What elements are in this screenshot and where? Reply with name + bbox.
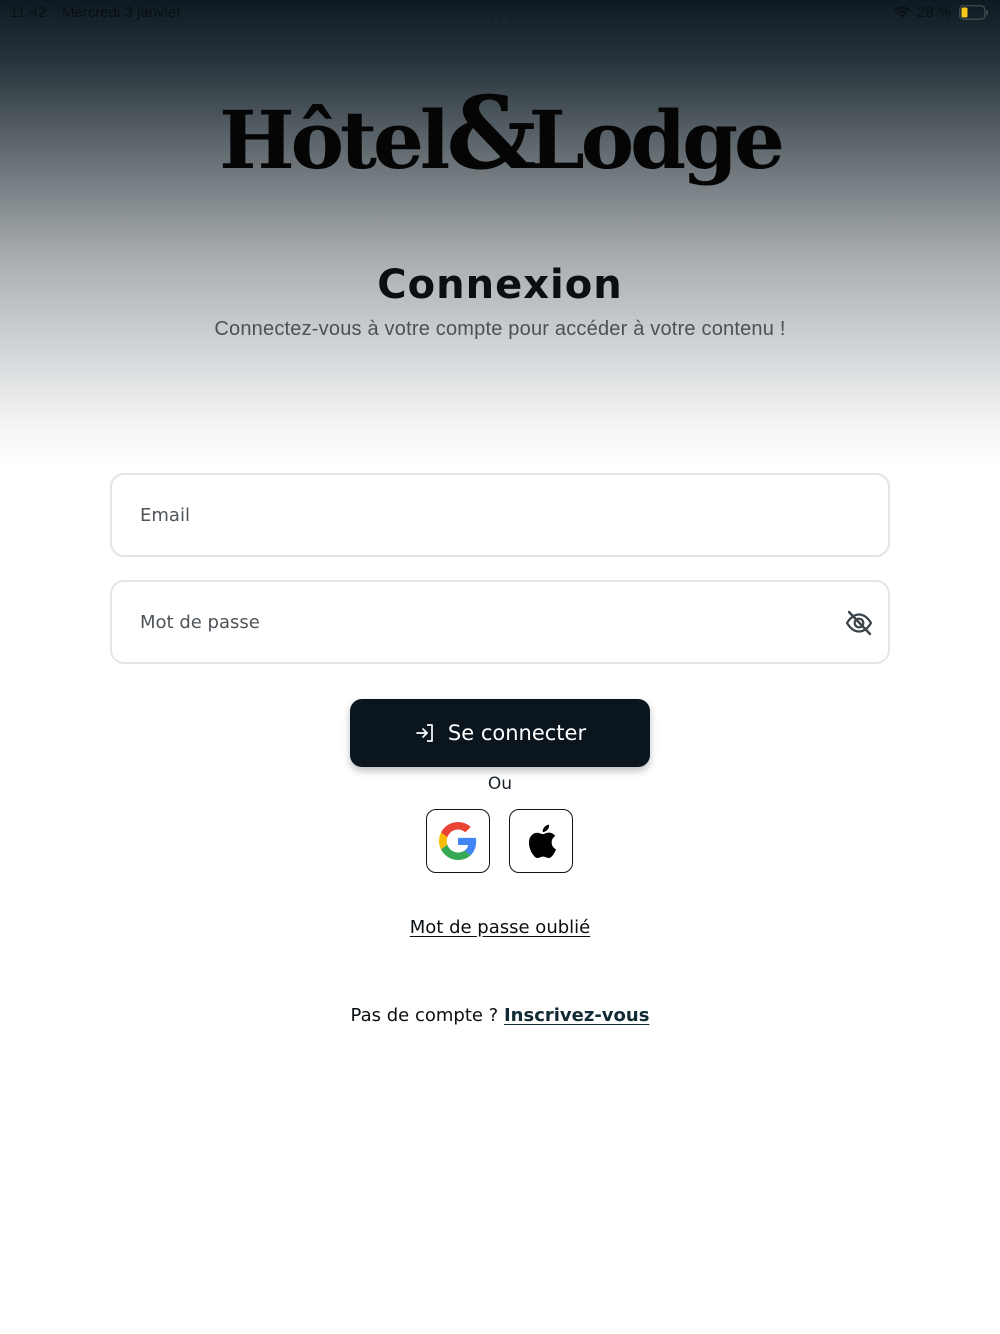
logo-ampersand: & — [446, 74, 536, 192]
header-gradient — [0, 0, 1000, 470]
no-account-text: Pas de compte ? — [350, 1005, 499, 1026]
status-time: 11:42 — [10, 4, 47, 21]
password-field[interactable] — [140, 582, 820, 662]
email-field-container[interactable] — [110, 473, 890, 557]
or-separator: Ou — [487, 774, 513, 794]
email-field[interactable] — [140, 475, 820, 555]
hotel-lodge-logo: Hôtel&Lodge — [0, 78, 1000, 195]
signup-link[interactable]: Inscrivez-vous — [504, 1005, 649, 1026]
forgot-password-row: Mot de passe oublié — [0, 917, 1000, 938]
multitasking-dots-icon[interactable] — [486, 10, 516, 24]
login-button-label: Se connecter — [447, 721, 587, 745]
apple-login-button[interactable] — [509, 809, 573, 873]
eye-slash-icon[interactable] — [844, 608, 874, 638]
google-icon — [439, 822, 477, 860]
status-bar: 11:42 Mercredi 3 janvier 28 % — [0, 0, 1000, 26]
password-field-container[interactable] — [110, 580, 890, 664]
forgot-password-link[interactable]: Mot de passe oublié — [410, 917, 590, 938]
login-arrow-icon — [416, 724, 433, 742]
apple-icon — [528, 824, 557, 859]
status-date: Mercredi 3 janvier — [62, 4, 182, 21]
google-login-button[interactable] — [426, 809, 490, 873]
login-button[interactable]: Se connecter — [350, 699, 650, 767]
signup-row: Pas de compte ? Inscrivez-vous — [0, 1005, 1000, 1026]
page-title: Connexion — [377, 262, 623, 308]
battery-icon — [959, 5, 988, 20]
battery-percent: 28 % — [917, 4, 952, 21]
wifi-icon — [894, 6, 910, 18]
page-subtitle: Connectez-vous à votre compte pour accéd… — [214, 318, 786, 340]
logo-text-hotel: Hôtel — [219, 93, 450, 187]
login-screen: 11:42 Mercredi 3 janvier 28 % Hôtel&Lodg… — [0, 0, 1000, 1334]
logo-text-lodge: Lodge — [528, 93, 785, 187]
